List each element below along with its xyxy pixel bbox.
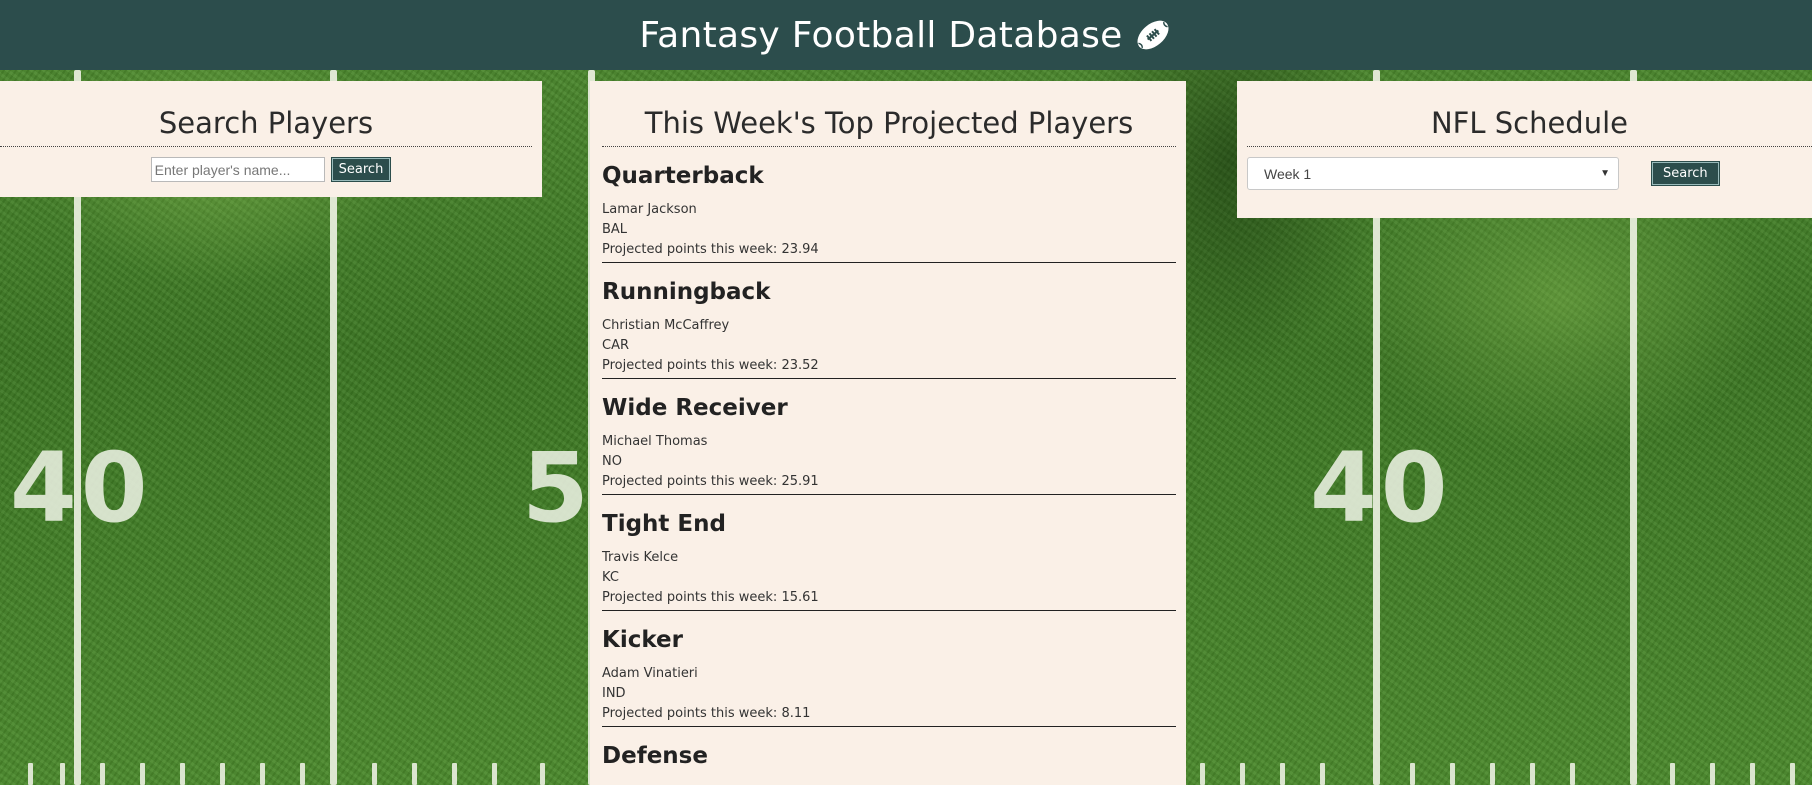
top-projected-title: This Week's Top Projected Players bbox=[602, 81, 1176, 147]
hash-mark bbox=[1200, 763, 1205, 785]
search-players-title: Search Players bbox=[0, 81, 532, 147]
hash-mark bbox=[100, 763, 105, 785]
projected-points: Projected points this week: 8.11 bbox=[602, 706, 811, 721]
position-name: Defense bbox=[602, 743, 708, 769]
hash-mark bbox=[372, 763, 377, 785]
hash-mark bbox=[1280, 763, 1285, 785]
position-card-quarterback: Quarterback Lamar Jackson BAL Projected … bbox=[602, 147, 1176, 263]
nfl-schedule-panel: NFL Schedule Week 1 ▼ Search bbox=[1237, 81, 1812, 218]
search-form: Search bbox=[0, 157, 542, 182]
position-name: Wide Receiver bbox=[602, 395, 788, 421]
projected-points: Projected points this week: 15.61 bbox=[602, 590, 819, 605]
position-card-wide-receiver: Wide Receiver Michael Thomas NO Projecte… bbox=[602, 379, 1176, 495]
hash-mark bbox=[300, 763, 305, 785]
search-players-button[interactable]: Search bbox=[331, 158, 391, 181]
yard-number: 40 bbox=[10, 432, 152, 544]
hash-mark bbox=[1570, 763, 1575, 785]
hash-mark bbox=[1710, 763, 1715, 785]
football-icon bbox=[1133, 15, 1173, 55]
player-name: Christian McCaffrey bbox=[602, 318, 730, 333]
hash-mark bbox=[540, 763, 545, 785]
selected-week: Week 1 bbox=[1264, 165, 1312, 182]
player-team: CAR bbox=[602, 338, 630, 353]
hash-mark bbox=[1240, 763, 1245, 785]
hash-mark bbox=[412, 763, 417, 785]
hash-mark bbox=[1670, 763, 1675, 785]
hash-mark bbox=[60, 763, 65, 785]
projected-points: Projected points this week: 23.94 bbox=[602, 242, 819, 257]
hash-mark bbox=[1490, 763, 1495, 785]
position-name: Runningback bbox=[602, 279, 771, 305]
site-header: Fantasy Football Database bbox=[0, 0, 1812, 70]
week-select[interactable]: Week 1 ▼ bbox=[1247, 157, 1619, 190]
hash-mark bbox=[1410, 763, 1415, 785]
schedule-form: Week 1 ▼ Search bbox=[1247, 157, 1812, 190]
top-projected-players-panel: This Week's Top Projected Players Quarte… bbox=[590, 81, 1186, 785]
yard-number: 5 bbox=[522, 432, 593, 544]
hash-mark bbox=[260, 763, 265, 785]
hash-mark bbox=[28, 763, 33, 785]
player-team: BAL bbox=[602, 222, 628, 237]
nfl-schedule-title: NFL Schedule bbox=[1247, 81, 1812, 147]
player-team: KC bbox=[602, 570, 619, 585]
hash-mark bbox=[140, 763, 145, 785]
position-name: Quarterback bbox=[602, 163, 764, 189]
search-players-panel: Search Players Search bbox=[0, 81, 542, 197]
position-name: Kicker bbox=[602, 627, 683, 653]
hash-mark bbox=[1450, 763, 1455, 785]
position-card-tight-end: Tight End Travis Kelce KC Projected poin… bbox=[602, 495, 1176, 611]
player-team: NO bbox=[602, 454, 622, 469]
player-name: Lamar Jackson bbox=[602, 202, 697, 217]
projected-points: Projected points this week: 25.91 bbox=[602, 474, 819, 489]
hash-mark bbox=[180, 763, 185, 785]
hash-mark bbox=[1320, 763, 1325, 785]
position-card-kicker: Kicker Adam Vinatieri IND Projected poin… bbox=[602, 611, 1176, 727]
position-card-runningback: Runningback Christian McCaffrey CAR Proj… bbox=[602, 263, 1176, 379]
player-name: Travis Kelce bbox=[602, 550, 679, 565]
hash-mark bbox=[1530, 763, 1535, 785]
hash-mark bbox=[452, 763, 457, 785]
yard-number: 40 bbox=[1310, 432, 1452, 544]
projected-points: Projected points this week: 23.52 bbox=[602, 358, 819, 373]
player-name-input[interactable] bbox=[150, 157, 325, 182]
player-name: Adam Vinatieri bbox=[602, 666, 698, 681]
hash-mark bbox=[1750, 763, 1755, 785]
position-name: Tight End bbox=[602, 511, 726, 537]
hash-mark bbox=[1790, 763, 1795, 785]
player-name: Michael Thomas bbox=[602, 434, 708, 449]
hash-mark bbox=[492, 763, 497, 785]
site-title: Fantasy Football Database bbox=[639, 14, 1123, 56]
hash-mark bbox=[220, 763, 225, 785]
player-team: IND bbox=[602, 686, 626, 701]
search-schedule-button[interactable]: Search bbox=[1652, 162, 1719, 185]
position-card-defense: Defense bbox=[602, 727, 1176, 780]
chevron-down-icon: ▼ bbox=[1600, 168, 1610, 179]
